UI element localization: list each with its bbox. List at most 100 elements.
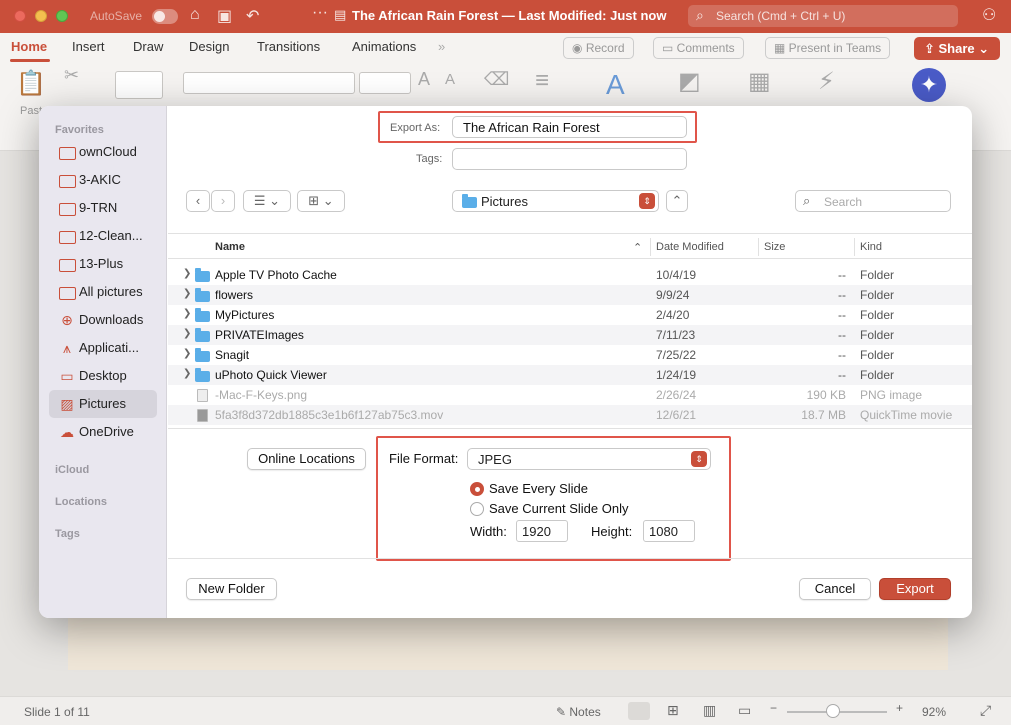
export-as-input[interactable]: The African Rain Forest xyxy=(452,116,687,138)
font-size-select[interactable] xyxy=(359,72,411,94)
collapse-button[interactable]: ⌃ xyxy=(666,190,688,212)
column-date-modified[interactable]: Date Modified xyxy=(656,241,724,253)
decrease-font-icon[interactable]: A xyxy=(445,71,455,88)
table-row[interactable]: ❯ Apple TV Photo Cache 10/4/19 -- Folder xyxy=(168,265,972,285)
height-input[interactable]: 1080 xyxy=(643,520,695,542)
home-icon[interactable]: ⌂ xyxy=(190,6,200,24)
sidebar-item-13-plus[interactable]: 13-Plus xyxy=(49,250,157,278)
normal-view-icon[interactable] xyxy=(628,702,650,720)
tab-insert[interactable]: Insert xyxy=(72,39,105,54)
autosave-toggle[interactable] xyxy=(152,9,178,24)
cut-icon[interactable]: ✂ xyxy=(64,65,79,86)
location-select[interactable]: Pictures ⇕ xyxy=(452,190,659,212)
more-icon[interactable]: ··· xyxy=(312,4,328,22)
save-icon[interactable]: ▣ xyxy=(217,6,232,26)
table-row[interactable]: ❯ PRIVATEImages 7/11/23 -- Folder xyxy=(168,325,972,345)
document-title[interactable]: The African Rain Forest — Last Modified:… xyxy=(352,8,666,23)
column-divider[interactable] xyxy=(650,238,651,256)
file-search-input[interactable]: ⌕ Search xyxy=(795,190,951,212)
sidebar-item-12-clean[interactable]: 12-Clean... xyxy=(49,222,157,250)
window-close-button[interactable] xyxy=(14,10,26,22)
align-icon[interactable]: ≡ xyxy=(535,67,549,95)
tab-transitions[interactable]: Transitions xyxy=(257,39,320,54)
account-icon[interactable]: ⚇ xyxy=(982,5,996,25)
sidebar-item-3-akic[interactable]: 3-AKIC xyxy=(49,166,157,194)
clear-format-icon[interactable]: ⌫ xyxy=(484,69,509,90)
folder-icon xyxy=(195,288,210,302)
undo-icon[interactable]: ↶ xyxy=(246,6,259,26)
sidebar-item-all-pictures[interactable]: All pictures xyxy=(49,278,157,306)
disclosure-chevron-icon[interactable]: ❯ xyxy=(183,368,191,379)
disclosure-chevron-icon[interactable]: ❯ xyxy=(183,328,191,339)
zoom-level[interactable]: 92% xyxy=(922,705,946,719)
disclosure-chevron-icon[interactable]: ❯ xyxy=(183,288,191,299)
paste-icon[interactable]: 📋 xyxy=(16,69,46,98)
sidebar-item-9-trn[interactable]: 9-TRN xyxy=(49,194,157,222)
disclosure-chevron-icon[interactable]: ❯ xyxy=(183,268,191,279)
forward-button[interactable]: › xyxy=(211,190,235,212)
save-current-slide-label[interactable]: Save Current Slide Only xyxy=(489,501,628,516)
window-minimize-button[interactable] xyxy=(35,10,47,22)
export-button[interactable]: Export xyxy=(879,578,951,600)
increase-font-icon[interactable]: A xyxy=(418,69,430,90)
zoom-out-icon[interactable]: − xyxy=(770,701,777,715)
column-divider[interactable] xyxy=(758,238,759,256)
table-row[interactable]: ❯ Snagit 7/25/22 -- Folder xyxy=(168,345,972,365)
copilot-icon[interactable]: ✦ xyxy=(912,68,946,102)
font-name-select[interactable] xyxy=(183,72,355,94)
sidebar-item-applications[interactable]: ⩚ Applicati... xyxy=(49,334,157,362)
zoom-in-icon[interactable]: + xyxy=(896,701,903,715)
present-in-teams-button[interactable]: ▦ Present in Teams xyxy=(765,37,891,59)
notes-button[interactable]: ✎ Notes xyxy=(556,705,601,719)
group-view-button[interactable]: ⊞ ⌄ xyxy=(297,190,345,212)
window-zoom-button[interactable] xyxy=(56,10,68,22)
share-button[interactable]: ⇪ Share ⌄ xyxy=(914,37,1000,60)
disclosure-chevron-icon[interactable]: ❯ xyxy=(183,308,191,319)
arrange-icon[interactable]: ▦ xyxy=(748,67,771,96)
disclosure-chevron-icon[interactable]: ❯ xyxy=(183,348,191,359)
tags-input[interactable] xyxy=(452,148,687,170)
comments-button[interactable]: ▭ Comments xyxy=(653,37,744,59)
layout-button[interactable] xyxy=(115,71,163,99)
back-button[interactable]: ‹ xyxy=(186,190,210,212)
list-view-button[interactable]: ☰ ⌄ xyxy=(243,190,291,212)
record-button[interactable]: ◉ Record xyxy=(563,37,634,59)
table-row[interactable]: ❯ uPhoto Quick Viewer 1/24/19 -- Folder xyxy=(168,365,972,385)
table-row[interactable]: ❯ MyPictures 2/4/20 -- Folder xyxy=(168,305,972,325)
column-divider[interactable] xyxy=(854,238,855,256)
designer-icon[interactable]: ⚡ xyxy=(818,67,835,96)
sidebar-item-desktop[interactable]: ▭ Desktop xyxy=(49,362,157,390)
tab-draw[interactable]: Draw xyxy=(133,39,163,54)
zoom-slider-knob[interactable] xyxy=(826,704,840,718)
save-current-slide-radio[interactable] xyxy=(470,502,484,516)
icloud-heading[interactable]: iCloud xyxy=(55,464,89,476)
slideshow-icon[interactable]: ▭ xyxy=(738,702,751,719)
tab-design[interactable]: Design xyxy=(189,39,229,54)
width-input[interactable]: 1920 xyxy=(516,520,568,542)
fit-slide-icon[interactable]: ⤢ xyxy=(980,702,991,719)
column-name[interactable]: Name xyxy=(215,241,245,253)
table-row[interactable]: ❯ flowers 9/9/24 -- Folder xyxy=(168,285,972,305)
app-search-box[interactable]: ⌕ Search (Cmd + Ctrl + U) xyxy=(688,5,958,27)
tab-animations[interactable]: Animations xyxy=(352,39,416,54)
cancel-button[interactable]: Cancel xyxy=(799,578,871,600)
tab-home[interactable]: Home xyxy=(11,39,47,54)
more-tabs-icon[interactable]: » xyxy=(438,39,445,54)
shape-fill-icon[interactable]: ◩ xyxy=(678,67,701,96)
file-format-select[interactable]: JPEG ⇕ xyxy=(467,448,711,470)
save-every-slide-radio[interactable] xyxy=(470,482,484,496)
column-size[interactable]: Size xyxy=(764,241,785,253)
sidebar-item-pictures[interactable]: ▨ Pictures xyxy=(49,390,157,418)
online-locations-button[interactable]: Online Locations xyxy=(247,448,366,470)
text-box-icon[interactable]: A xyxy=(606,69,625,101)
reading-view-icon[interactable]: ▥ xyxy=(703,702,716,719)
tags-heading[interactable]: Tags xyxy=(55,528,80,540)
sidebar-item-onedrive[interactable]: ☁ OneDrive xyxy=(49,418,157,446)
slide-sorter-icon[interactable]: ⊞ xyxy=(667,702,679,719)
sidebar-item-owncloud[interactable]: ownCloud xyxy=(49,138,157,166)
column-kind[interactable]: Kind xyxy=(860,241,882,253)
locations-heading[interactable]: Locations xyxy=(55,496,107,508)
save-every-slide-label[interactable]: Save Every Slide xyxy=(489,481,588,496)
new-folder-button[interactable]: New Folder xyxy=(186,578,277,600)
sidebar-item-downloads[interactable]: ⊕ Downloads xyxy=(49,306,157,334)
